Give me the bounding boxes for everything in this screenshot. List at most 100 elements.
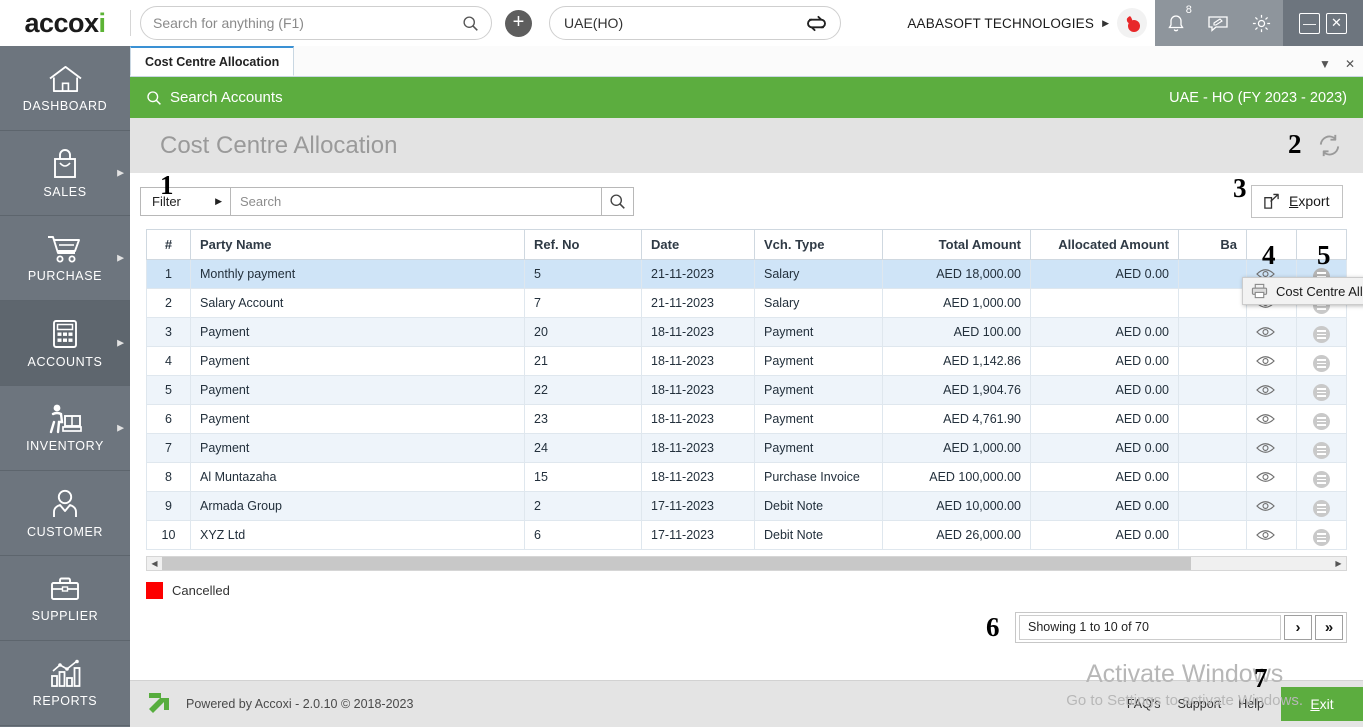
eye-icon[interactable] [1256, 326, 1287, 338]
view-row-button[interactable] [1246, 491, 1297, 521]
faq-link[interactable]: FAQ's [1127, 697, 1161, 711]
scroll-left-arrow-icon[interactable]: ◀ [147, 559, 162, 568]
table-row[interactable]: 5 Payment 22 18-11-2023 Payment AED 1,90… [146, 375, 1347, 405]
sidebar-item-accounts[interactable]: ACCOUNTS ▶ [0, 301, 130, 386]
footer-bar: Powered by Accoxi - 2.0.10 © 2018-2023 F… [130, 680, 1363, 727]
export-button[interactable]: Export [1251, 184, 1343, 218]
sidebar-item-reports[interactable]: REPORTS [0, 641, 130, 726]
table-horizontal-scrollbar[interactable]: ◀ ▶ [146, 556, 1347, 571]
help-link[interactable]: Help [1238, 697, 1264, 711]
view-row-button[interactable] [1246, 317, 1297, 347]
eye-icon[interactable] [1256, 384, 1287, 396]
scroll-right-arrow-icon[interactable]: ▶ [1331, 559, 1346, 568]
scrollbar-track[interactable] [162, 557, 1331, 570]
col-total-amount[interactable]: Total Amount [882, 229, 1031, 260]
table-row[interactable]: 6 Payment 23 18-11-2023 Payment AED 4,76… [146, 404, 1347, 434]
table-row[interactable]: 9 Armada Group 2 17-11-2023 Debit Note A… [146, 491, 1347, 521]
hamburger-circle-icon[interactable] [1313, 326, 1330, 344]
col-vch-type[interactable]: Vch. Type [754, 229, 883, 260]
hamburger-circle-icon[interactable] [1313, 442, 1330, 460]
table-row[interactable]: 1 Monthly payment 5 21-11-2023 Salary AE… [146, 259, 1347, 289]
view-row-button[interactable] [1246, 433, 1297, 463]
row-actions-button[interactable] [1296, 462, 1347, 492]
close-icon[interactable]: ✕ [1345, 57, 1355, 71]
branch-selector[interactable]: UAE(HO) [549, 6, 841, 40]
hamburger-circle-icon[interactable] [1313, 471, 1330, 489]
row-context-menu[interactable]: Cost Centre Allocation [1242, 277, 1363, 305]
row-actions-button[interactable] [1296, 433, 1347, 463]
message-icon[interactable] [1207, 14, 1229, 33]
cell-party-name: Monthly payment [190, 259, 525, 289]
col-date[interactable]: Date [641, 229, 755, 260]
scrollbar-thumb[interactable] [162, 557, 1191, 570]
gear-icon[interactable] [1251, 13, 1272, 34]
table-row[interactable]: 2 Salary Account 7 21-11-2023 Salary AED… [146, 288, 1347, 318]
col-ref-no[interactable]: Ref. No [524, 229, 642, 260]
close-window-button[interactable]: ✕ [1326, 12, 1347, 34]
hamburger-circle-icon[interactable] [1313, 384, 1330, 402]
cell-balance-amount [1178, 404, 1247, 434]
col-index[interactable]: # [146, 229, 191, 260]
table-row[interactable]: 3 Payment 20 18-11-2023 Payment AED 100.… [146, 317, 1347, 347]
hamburger-circle-icon[interactable] [1313, 529, 1330, 547]
support-link[interactable]: Support [1178, 697, 1222, 711]
sidebar-item-dashboard[interactable]: DASHBOARD [0, 46, 130, 131]
filter-button[interactable]: Filter ▶ [141, 187, 231, 215]
eye-icon[interactable] [1256, 471, 1287, 483]
table-row[interactable]: 7 Payment 24 18-11-2023 Payment AED 1,00… [146, 433, 1347, 463]
last-page-button[interactable]: » [1315, 614, 1343, 640]
sidebar-item-sales[interactable]: SALES ▶ [0, 131, 130, 216]
global-search-input[interactable] [153, 15, 462, 31]
col-balance-amount[interactable]: Ba [1178, 229, 1247, 260]
swap-refresh-icon[interactable] [807, 15, 826, 32]
col-allocated-amount[interactable]: Allocated Amount [1030, 229, 1179, 260]
hamburger-circle-icon[interactable] [1313, 355, 1330, 373]
refresh-icon[interactable] [1316, 132, 1343, 159]
cell-allocated-amount: AED 0.00 [1030, 491, 1179, 521]
view-row-button[interactable] [1246, 520, 1297, 550]
cell-allocated-amount: AED 0.00 [1030, 346, 1179, 376]
global-search-box[interactable] [140, 6, 492, 40]
hamburger-circle-icon[interactable] [1313, 500, 1330, 518]
sidebar-item-inventory[interactable]: INVENTORY ▶ [0, 386, 130, 471]
row-actions-button[interactable] [1296, 375, 1347, 405]
minimize-button[interactable]: — [1299, 12, 1320, 34]
chevron-down-icon[interactable]: ▼ [1319, 57, 1331, 71]
eye-icon[interactable] [1256, 355, 1287, 367]
row-actions-button[interactable] [1296, 317, 1347, 347]
sidebar-item-supplier[interactable]: SUPPLIER [0, 556, 130, 641]
bell-icon[interactable]: 8 [1166, 4, 1192, 34]
row-actions-button[interactable] [1296, 520, 1347, 550]
eye-icon[interactable] [1256, 442, 1287, 454]
add-new-button[interactable]: + [505, 9, 532, 37]
exit-button[interactable]: Exit [1281, 687, 1363, 721]
row-actions-button[interactable] [1296, 491, 1347, 521]
table-row[interactable]: 10 XYZ Ltd 6 17-11-2023 Debit Note AED 2… [146, 520, 1347, 550]
table-row[interactable]: 8 Al Muntazaha 15 18-11-2023 Purchase In… [146, 462, 1347, 492]
eye-icon[interactable] [1256, 529, 1287, 541]
eye-icon[interactable] [1256, 413, 1287, 425]
search-button[interactable] [601, 187, 633, 215]
context-menu-item-label[interactable]: Cost Centre Allocation [1276, 284, 1363, 299]
next-page-button[interactable]: › [1284, 614, 1312, 640]
eye-icon[interactable] [1256, 500, 1287, 512]
sidebar-item-customer[interactable]: CUSTOMER [0, 471, 130, 556]
view-row-button[interactable] [1246, 404, 1297, 434]
sidebar-item-purchase[interactable]: PURCHASE ▶ [0, 216, 130, 301]
search-input[interactable] [231, 187, 601, 215]
avatar[interactable] [1117, 8, 1147, 38]
search-accounts-button[interactable]: Search Accounts [146, 89, 283, 106]
table-row[interactable]: 4 Payment 21 18-11-2023 Payment AED 1,14… [146, 346, 1347, 376]
view-row-button[interactable] [1246, 375, 1297, 405]
cell-vch-type: Salary [754, 259, 883, 289]
view-row-button[interactable] [1246, 462, 1297, 492]
hamburger-circle-icon[interactable] [1313, 413, 1330, 431]
tab-cost-centre-allocation[interactable]: Cost Centre Allocation [130, 46, 295, 76]
row-actions-button[interactable] [1296, 404, 1347, 434]
view-row-button[interactable] [1246, 346, 1297, 376]
cell-total-amount: AED 26,000.00 [882, 520, 1031, 550]
row-actions-button[interactable] [1296, 346, 1347, 376]
search-icon[interactable] [462, 15, 479, 32]
col-party-name[interactable]: Party Name [190, 229, 525, 260]
company-selector[interactable]: AABASOFT TECHNOLOGIES ▶ [907, 8, 1155, 38]
